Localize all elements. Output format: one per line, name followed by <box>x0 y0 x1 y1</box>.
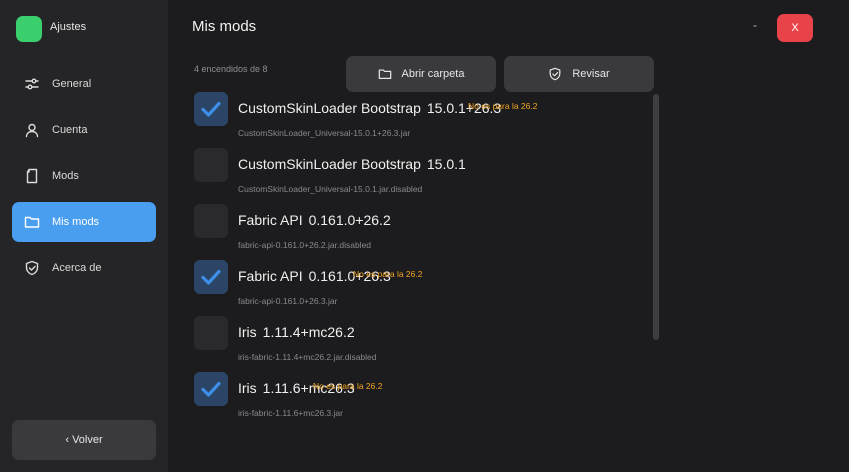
mod-title: Fabric API 0.161.0+26.2 <box>238 212 391 228</box>
mod-warning: No es para la 26.2 <box>313 381 383 391</box>
mod-title: Iris 1.11.4+mc26.2 <box>238 324 355 340</box>
review-label: Revisar <box>572 68 610 80</box>
mod-version: 0.161.0+26.2 <box>308 212 391 228</box>
mod-filename: CustomSkinLoader_Universal-15.0.1.jar.di… <box>238 184 423 194</box>
mod-title: CustomSkinLoader Bootstrap 15.0.1 <box>238 156 466 172</box>
user-icon <box>24 122 40 138</box>
mod-version: 15.0.1 <box>426 156 466 172</box>
mod-name: CustomSkinLoader Bootstrap <box>238 100 421 116</box>
sidebar-item-acerca-de[interactable]: Acerca de <box>12 248 156 288</box>
open-folder-button[interactable]: Abrir carpeta <box>346 56 496 92</box>
scrollbar[interactable] <box>653 94 659 340</box>
mod-filename: CustomSkinLoader_Universal-15.0.1+26.3.j… <box>238 128 411 138</box>
app-logo <box>16 16 42 42</box>
app-header <box>16 16 42 42</box>
mod-filename: iris-fabric-1.11.4+mc26.2.jar.disabled <box>238 352 377 362</box>
sliders-icon <box>24 76 40 92</box>
checkmark-icon <box>201 269 221 285</box>
mod-filename: iris-fabric-1.11.6+mc26.3.jar <box>238 408 343 418</box>
sidebar-item-label: Mods <box>52 170 79 182</box>
mod-warning: No es para la 26.2 <box>468 101 538 111</box>
mod-name: Fabric API <box>238 268 303 284</box>
mod-list-item: Iris 1.11.6+mc26.3 No es para la 26.2 iris-… <box>194 372 644 428</box>
mod-version: 1.11.4+mc26.2 <box>262 324 355 340</box>
mod-name: Iris <box>238 380 257 396</box>
sidebar-item-general[interactable]: General <box>12 64 156 104</box>
mod-toggle-checkbox[interactable] <box>194 92 228 126</box>
mod-list: CustomSkinLoader Bootstrap 15.0.1+26.3 No … <box>194 92 644 428</box>
close-button[interactable]: X <box>777 14 813 42</box>
mod-warning: No es para la 26.2 <box>353 269 423 279</box>
minimize-button[interactable]: - <box>748 18 762 36</box>
sidebar-item-label: General <box>52 78 92 90</box>
sidebar-nav: General Cuenta Mods Mis mods Acerca de <box>12 64 156 294</box>
sidebar-item-mis-mods[interactable]: Mis mods <box>12 202 156 242</box>
mod-name: Iris <box>238 324 257 340</box>
file-icon <box>24 168 40 184</box>
mod-list-item: CustomSkinLoader Bootstrap 15.0.1+26.3 No … <box>194 92 644 148</box>
mod-toggle-checkbox[interactable] <box>194 204 228 238</box>
mod-list-item: Fabric API 0.161.0+26.3 No es para la 26.2… <box>194 260 644 316</box>
mod-toggle-checkbox[interactable] <box>194 372 228 406</box>
mod-toggle-checkbox[interactable] <box>194 316 228 350</box>
folder-icon <box>24 214 40 230</box>
checkmark-icon <box>201 101 221 117</box>
mod-filename: fabric-api-0.161.0+26.3.jar <box>238 296 338 306</box>
mod-name: Fabric API <box>238 212 303 228</box>
page-title: Mis mods <box>192 18 257 35</box>
sidebar: Ajustes General Cuenta Mods Mis mods Ace… <box>0 0 168 472</box>
checkmark-icon <box>201 381 221 397</box>
app-name: Ajustes <box>50 21 87 33</box>
back-button[interactable]: ‹ Volver <box>12 420 156 460</box>
sidebar-item-label: Cuenta <box>52 124 88 136</box>
mod-list-item: CustomSkinLoader Bootstrap 15.0.1 CustomSk… <box>194 148 644 204</box>
main-panel: Mis mods - X 4 encendidos de 8 Abrir car… <box>168 0 849 472</box>
open-folder-label: Abrir carpeta <box>401 68 465 80</box>
mod-toggle-checkbox[interactable] <box>194 148 228 182</box>
sidebar-item-mods[interactable]: Mods <box>12 156 156 196</box>
sidebar-item-label: Mis mods <box>52 216 100 228</box>
mod-filename: fabric-api-0.161.0+26.2.jar.disabled <box>238 240 372 250</box>
folder-icon <box>378 69 391 79</box>
mod-list-item: Fabric API 0.161.0+26.2 fabric-api-0.161.0… <box>194 204 644 260</box>
mod-name: CustomSkinLoader Bootstrap <box>238 156 421 172</box>
shield-check-icon <box>24 260 40 276</box>
sidebar-item-label: Acerca de <box>52 262 102 274</box>
mod-list-item: Iris 1.11.4+mc26.2 iris-fabric-1.11.4+mc26… <box>194 316 644 372</box>
mod-title: CustomSkinLoader Bootstrap 15.0.1+26.3 <box>238 100 501 116</box>
enabled-count: 4 encendidos de 8 <box>194 64 268 74</box>
review-button[interactable]: Revisar <box>504 56 654 92</box>
sidebar-item-cuenta[interactable]: Cuenta <box>12 110 156 150</box>
shield-check-icon <box>549 67 561 81</box>
mod-toggle-checkbox[interactable] <box>194 260 228 294</box>
